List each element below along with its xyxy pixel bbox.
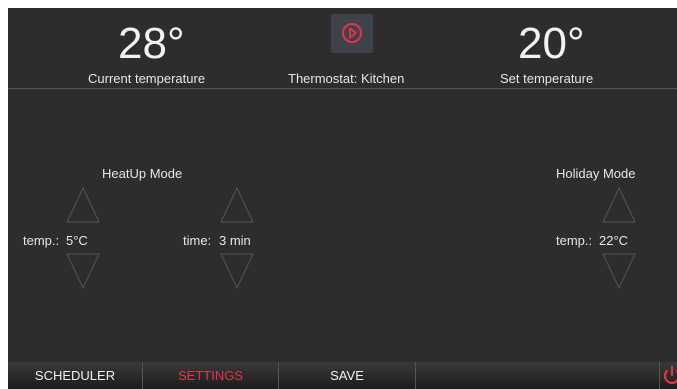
current-temperature-value: 28° <box>118 19 185 68</box>
tab-scheduler[interactable]: SCHEDULER <box>8 362 142 389</box>
holiday-temp-label: temp.: <box>556 233 593 248</box>
heatup-temp-down-arrow-icon[interactable] <box>65 252 101 290</box>
play-button[interactable] <box>331 14 373 53</box>
thermostat-label: Thermostat: Kitchen <box>288 71 405 86</box>
heatup-temp-value: 5°C <box>66 233 88 248</box>
header-divider <box>8 88 677 89</box>
save-button[interactable]: SAVE <box>279 362 415 389</box>
heatup-time-value: 3 min <box>219 233 251 248</box>
thermostat-screen: 28° Current temperature Thermostat: Kitc… <box>8 8 677 389</box>
tab-separator <box>415 362 416 389</box>
heatup-time-up-arrow-icon[interactable] <box>219 186 255 224</box>
current-temperature-label: Current temperature <box>88 71 206 86</box>
tab-settings[interactable]: SETTINGS <box>143 362 278 389</box>
heatup-time-down-arrow-icon[interactable] <box>219 252 255 290</box>
bottom-tab-bar: SCHEDULER SETTINGS SAVE <box>8 362 677 389</box>
holiday-temp-value: 22°C <box>599 233 629 248</box>
tab-separator <box>659 362 660 389</box>
holiday-mode-title: Holiday Mode <box>556 166 636 181</box>
heatup-temp-label: temp.: <box>23 233 60 248</box>
play-circle-icon <box>342 23 362 43</box>
holiday-temp-down-arrow-icon[interactable] <box>601 252 637 290</box>
holiday-temp-up-arrow-icon[interactable] <box>601 186 637 224</box>
heatup-temp-up-arrow-icon[interactable] <box>65 186 101 224</box>
heatup-mode-title: HeatUp Mode <box>102 166 183 181</box>
set-temperature-value: 20° <box>518 19 585 68</box>
heatup-time-label: time: <box>183 233 212 248</box>
set-temperature-label: Set temperature <box>500 71 594 86</box>
power-icon[interactable] <box>663 366 677 386</box>
